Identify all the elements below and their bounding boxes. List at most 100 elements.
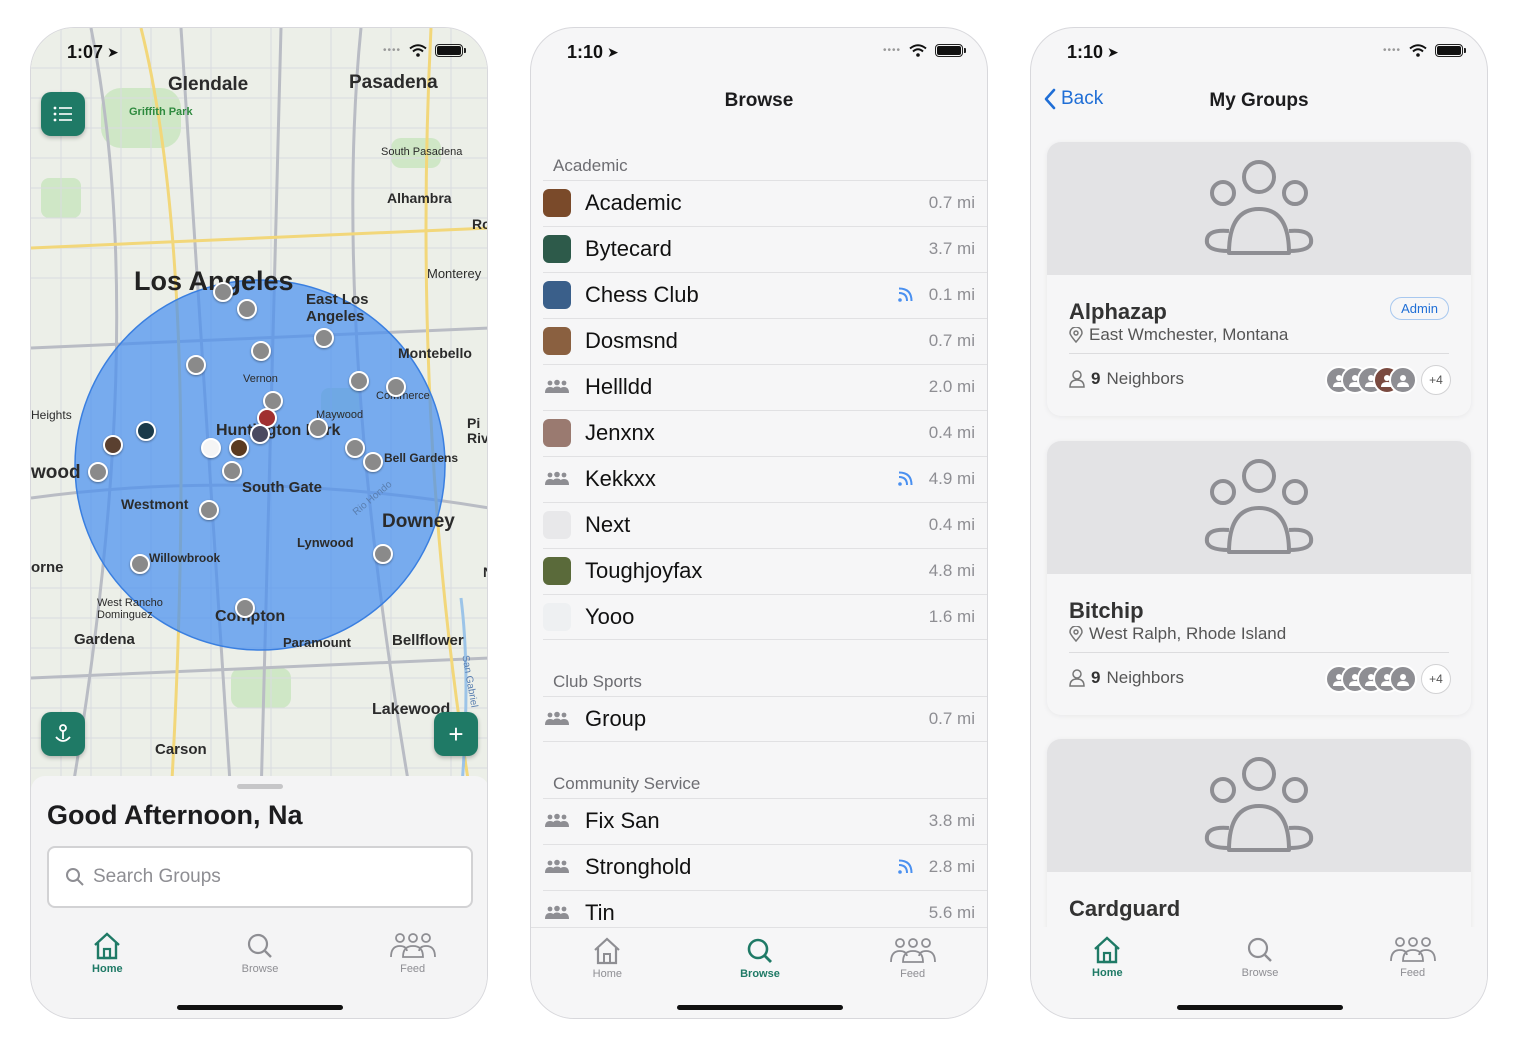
group-marker[interactable] <box>349 371 369 391</box>
group-name: Dosmsnd <box>585 328 678 353</box>
home-indicator <box>177 1005 343 1010</box>
card-divider <box>1069 652 1449 653</box>
group-marker[interactable] <box>235 598 255 618</box>
tab-home[interactable]: Home <box>547 936 667 1018</box>
tab-home-label: Home <box>1092 967 1123 979</box>
group-row[interactable]: Dosmsnd 0.7 mi <box>531 318 987 364</box>
group-row[interactable]: Toughjoyfax 4.8 mi <box>531 548 987 594</box>
group-marker[interactable] <box>130 554 150 574</box>
group-marker[interactable] <box>237 299 257 319</box>
group-row[interactable]: Stronghold 2.8 mi <box>531 844 987 890</box>
group-marker[interactable] <box>314 328 334 348</box>
group-thumbnail <box>543 327 571 355</box>
recenter-location-button[interactable] <box>41 712 85 756</box>
group-row[interactable]: Bytecard 3.7 mi <box>531 226 987 272</box>
group-distance: 4.9 mi <box>928 469 975 488</box>
group-marker[interactable] <box>103 435 123 455</box>
battery-icon <box>435 44 466 57</box>
group-name: Stronghold <box>585 854 692 879</box>
group-image-placeholder <box>1047 441 1471 574</box>
group-row[interactable]: Next 0.4 mi <box>531 502 987 548</box>
group-row[interactable]: Kekkxx 4.9 mi <box>531 456 987 502</box>
avatar <box>1389 366 1417 394</box>
group-marker[interactable] <box>363 452 383 472</box>
group-marker[interactable] <box>199 500 219 520</box>
group-card[interactable]: Alphazap Admin East Wmchester, Montana 9 Nei… <box>1047 142 1471 416</box>
avatar <box>1389 665 1417 693</box>
group-thumbnail <box>543 281 571 309</box>
member-avatars[interactable]: +4 <box>1325 664 1451 694</box>
map-label: Pi Riv <box>467 415 488 446</box>
group-row[interactable]: Group 0.7 mi <box>531 696 987 742</box>
list-icon <box>53 106 72 122</box>
map-pin-icon <box>1069 327 1083 343</box>
group-location-text: East Wmchester, Montana <box>1089 325 1289 344</box>
group-marker[interactable] <box>373 544 393 564</box>
group-marker[interactable] <box>250 424 270 444</box>
group-marker[interactable] <box>88 462 108 482</box>
tab-feed[interactable]: Feed <box>853 936 973 1018</box>
search-groups-input[interactable] <box>93 866 413 888</box>
location-pin-icon <box>55 724 71 742</box>
group-distance: 0.7 mi <box>928 193 975 212</box>
map-label: Westmont <box>121 496 189 512</box>
group-marker[interactable] <box>229 438 249 458</box>
home-indicator <box>677 1005 843 1010</box>
member-label: Neighbors <box>1106 668 1184 687</box>
group-placeholder-icon <box>543 853 571 881</box>
group-row[interactable]: Chess Club 0.1 mi <box>531 272 987 318</box>
group-marker[interactable] <box>186 355 206 375</box>
group-marker[interactable] <box>308 418 328 438</box>
group-card-title: Alphazap <box>1069 299 1167 324</box>
phone-browse: 1:10 ➤ •••• Browse Academic Academic 0.7 m… <box>530 27 988 1019</box>
map-view[interactable]: Glendale Pasadena Griffith Park South Pa… <box>31 28 488 798</box>
search-icon <box>747 938 772 963</box>
group-distance: 0.7 mi <box>928 709 975 728</box>
group-name: Group <box>585 706 647 731</box>
group-row[interactable]: Hellldd 2.0 mi <box>531 364 987 410</box>
search-groups-field[interactable] <box>47 846 473 908</box>
group-name: Toughjoyfax <box>585 558 703 583</box>
section-header: Community Service <box>553 774 701 793</box>
map-label: N <box>483 564 487 580</box>
add-group-button[interactable]: + <box>434 712 478 756</box>
group-placeholder-icon <box>543 465 571 493</box>
tab-browse-label: Browse <box>1241 967 1279 979</box>
group-distance: 4.8 mi <box>928 561 975 580</box>
group-marker[interactable] <box>251 341 271 361</box>
group-marker[interactable] <box>345 438 365 458</box>
phone-my-groups: 1:10 ➤ •••• Back My Groups Alphazap Admin… <box>1030 27 1488 1019</box>
phone-home-map: Glendale Pasadena Griffith Park South Pa… <box>30 27 488 1019</box>
group-card[interactable]: Bitchip West Ralph, Rhode Island 9 Neighbor… <box>1047 441 1471 715</box>
member-avatars[interactable]: +4 <box>1325 365 1451 395</box>
tab-home-label: Home <box>92 963 123 975</box>
group-row[interactable]: Jenxnx 0.4 mi <box>531 410 987 456</box>
signal-icon: •••• <box>382 45 401 56</box>
tab-feed-label: Feed <box>900 968 926 980</box>
map-label: Bell Gardens <box>384 451 459 465</box>
tab-feed[interactable]: Feed <box>1353 935 1473 1018</box>
more-members-badge: +4 <box>1421 365 1451 395</box>
tab-home[interactable]: Home <box>47 931 167 1018</box>
group-row[interactable]: Academic 0.7 mi <box>531 180 987 226</box>
list-view-button[interactable] <box>41 92 85 136</box>
group-marker[interactable] <box>136 421 156 441</box>
card-divider <box>1069 353 1449 354</box>
tab-home[interactable]: Home <box>1047 935 1167 1018</box>
group-marker[interactable] <box>213 282 233 302</box>
group-distance: 0.1 mi <box>928 285 975 304</box>
sheet-grabber[interactable] <box>237 784 283 789</box>
map-label: Ro <box>472 216 487 232</box>
group-marker[interactable] <box>386 377 406 397</box>
map-label: wood <box>31 462 81 483</box>
map-label: Monterey <box>427 266 482 281</box>
tab-feed[interactable]: Feed <box>353 931 473 1018</box>
group-row[interactable]: Yooo 1.6 mi <box>531 594 987 640</box>
more-members-badge: +4 <box>1421 664 1451 694</box>
tab-feed-label: Feed <box>400 963 426 975</box>
group-marker[interactable] <box>222 461 242 481</box>
group-marker[interactable] <box>201 438 221 458</box>
group-row[interactable]: Fix San 3.8 mi <box>531 798 987 844</box>
map-label: East Los Angeles <box>306 291 369 325</box>
